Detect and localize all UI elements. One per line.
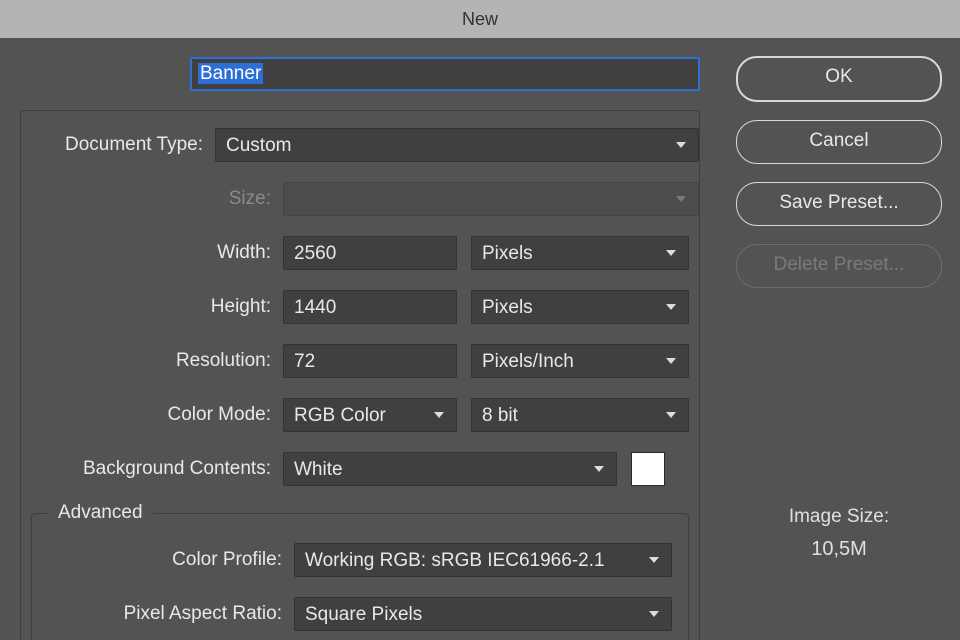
row-par: Pixel Aspect Ratio: Square Pixels	[32, 596, 688, 632]
height-input[interactable]: 1440	[283, 290, 457, 324]
width-label: Width:	[21, 242, 283, 264]
document-settings-group: Document Type: Custom Size: Width: 2560 …	[20, 110, 700, 640]
image-size-label: Image Size:	[736, 506, 942, 528]
window-titlebar: New	[0, 0, 960, 38]
resolution-unit-select[interactable]: Pixels/Inch	[471, 344, 689, 378]
width-unit-select[interactable]: Pixels	[471, 236, 689, 270]
resolution-input[interactable]: 72	[283, 344, 457, 378]
row-name: Name: Banner	[0, 56, 720, 92]
row-resolution: Resolution: 72 Pixels/Inch	[21, 343, 699, 379]
main-form: Name: Banner Document Type: Custom Size:…	[0, 56, 720, 640]
par-select[interactable]: Square Pixels	[294, 597, 672, 631]
row-color-mode: Color Mode: RGB Color 8 bit	[21, 397, 699, 433]
document-type-label: Document Type:	[21, 134, 215, 156]
row-size: Size:	[21, 181, 699, 217]
par-label: Pixel Aspect Ratio:	[32, 603, 294, 625]
row-width: Width: 2560 Pixels	[21, 235, 699, 271]
window-title: New	[462, 9, 498, 29]
side-panel: OK Cancel Save Preset... Delete Preset..…	[736, 56, 942, 561]
ok-button[interactable]: OK	[736, 56, 942, 102]
size-label: Size:	[21, 188, 283, 210]
bg-contents-select[interactable]: White	[283, 452, 617, 486]
advanced-group: Advanced Color Profile: Working RGB: sRG…	[31, 513, 689, 640]
color-profile-select[interactable]: Working RGB: sRGB IEC61966-2.1	[294, 543, 672, 577]
color-mode-select[interactable]: RGB Color	[283, 398, 457, 432]
bg-color-swatch[interactable]	[631, 452, 665, 486]
document-type-select[interactable]: Custom	[215, 128, 699, 162]
advanced-legend: Advanced	[48, 502, 153, 524]
save-preset-button[interactable]: Save Preset...	[736, 182, 942, 226]
width-input[interactable]: 2560	[283, 236, 457, 270]
row-height: Height: 1440 Pixels	[21, 289, 699, 325]
resolution-label: Resolution:	[21, 350, 283, 372]
row-color-profile: Color Profile: Working RGB: sRGB IEC6196…	[32, 542, 688, 578]
color-depth-select[interactable]: 8 bit	[471, 398, 689, 432]
color-mode-label: Color Mode:	[21, 404, 283, 426]
size-select	[283, 182, 699, 216]
name-value: Banner	[198, 63, 263, 84]
row-bg-contents: Background Contents: White	[21, 451, 699, 487]
bg-contents-label: Background Contents:	[21, 458, 283, 480]
color-profile-label: Color Profile:	[32, 549, 294, 571]
height-unit-select[interactable]: Pixels	[471, 290, 689, 324]
height-label: Height:	[21, 296, 283, 318]
delete-preset-button: Delete Preset...	[736, 244, 942, 288]
image-size-value: 10,5M	[736, 538, 942, 561]
cancel-button[interactable]: Cancel	[736, 120, 942, 164]
name-input[interactable]: Banner	[190, 57, 700, 91]
row-document-type: Document Type: Custom	[21, 127, 699, 163]
